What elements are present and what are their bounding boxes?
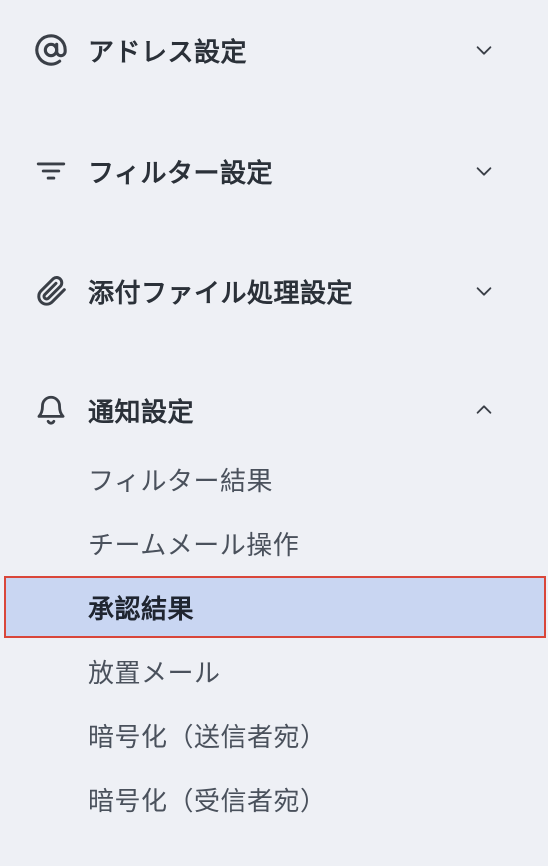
nav-item-label: チームメール操作 — [88, 530, 300, 561]
settings-nav: アドレス設定 フィルター設定 添付ファイル処理設定 通知設定 フィルター結果 チ… — [0, 0, 548, 866]
chevron-down-icon[interactable] — [470, 157, 498, 185]
nav-item-filter-results[interactable]: フィルター結果 — [4, 449, 546, 509]
chevron-down-icon[interactable] — [470, 277, 498, 305]
at-sign-icon — [34, 33, 68, 67]
bell-icon — [34, 393, 68, 427]
nav-item-encryption-to-sender[interactable]: 暗号化（送信者宛） — [4, 705, 546, 765]
nav-item-label: 承認結果 — [88, 594, 195, 625]
section-attachment-settings[interactable]: 添付ファイル処理設定 — [0, 261, 548, 321]
section-label: 通知設定 — [88, 397, 195, 428]
section-address-settings[interactable]: アドレス設定 — [0, 20, 548, 80]
section-label: 添付ファイル処理設定 — [88, 278, 354, 309]
chevron-up-icon[interactable] — [470, 396, 498, 424]
nav-item-neglected-mail[interactable]: 放置メール — [4, 641, 546, 701]
nav-item-label: フィルター結果 — [88, 466, 273, 497]
section-notification-settings[interactable]: 通知設定 — [0, 380, 548, 440]
nav-item-label: 暗号化（送信者宛） — [88, 722, 327, 753]
filter-icon — [34, 154, 68, 188]
paperclip-icon — [34, 274, 68, 308]
section-label: アドレス設定 — [88, 37, 248, 68]
chevron-down-icon[interactable] — [470, 36, 498, 64]
section-filter-settings[interactable]: フィルター設定 — [0, 141, 548, 201]
nav-item-label: 放置メール — [88, 658, 221, 689]
section-label: フィルター設定 — [88, 158, 273, 189]
nav-item-encryption-to-recipient[interactable]: 暗号化（受信者宛） — [4, 769, 546, 829]
nav-item-team-mail-operations[interactable]: チームメール操作 — [4, 513, 546, 573]
nav-item-approval-results[interactable]: 承認結果 — [4, 576, 546, 638]
nav-item-label: 暗号化（受信者宛） — [88, 786, 327, 817]
